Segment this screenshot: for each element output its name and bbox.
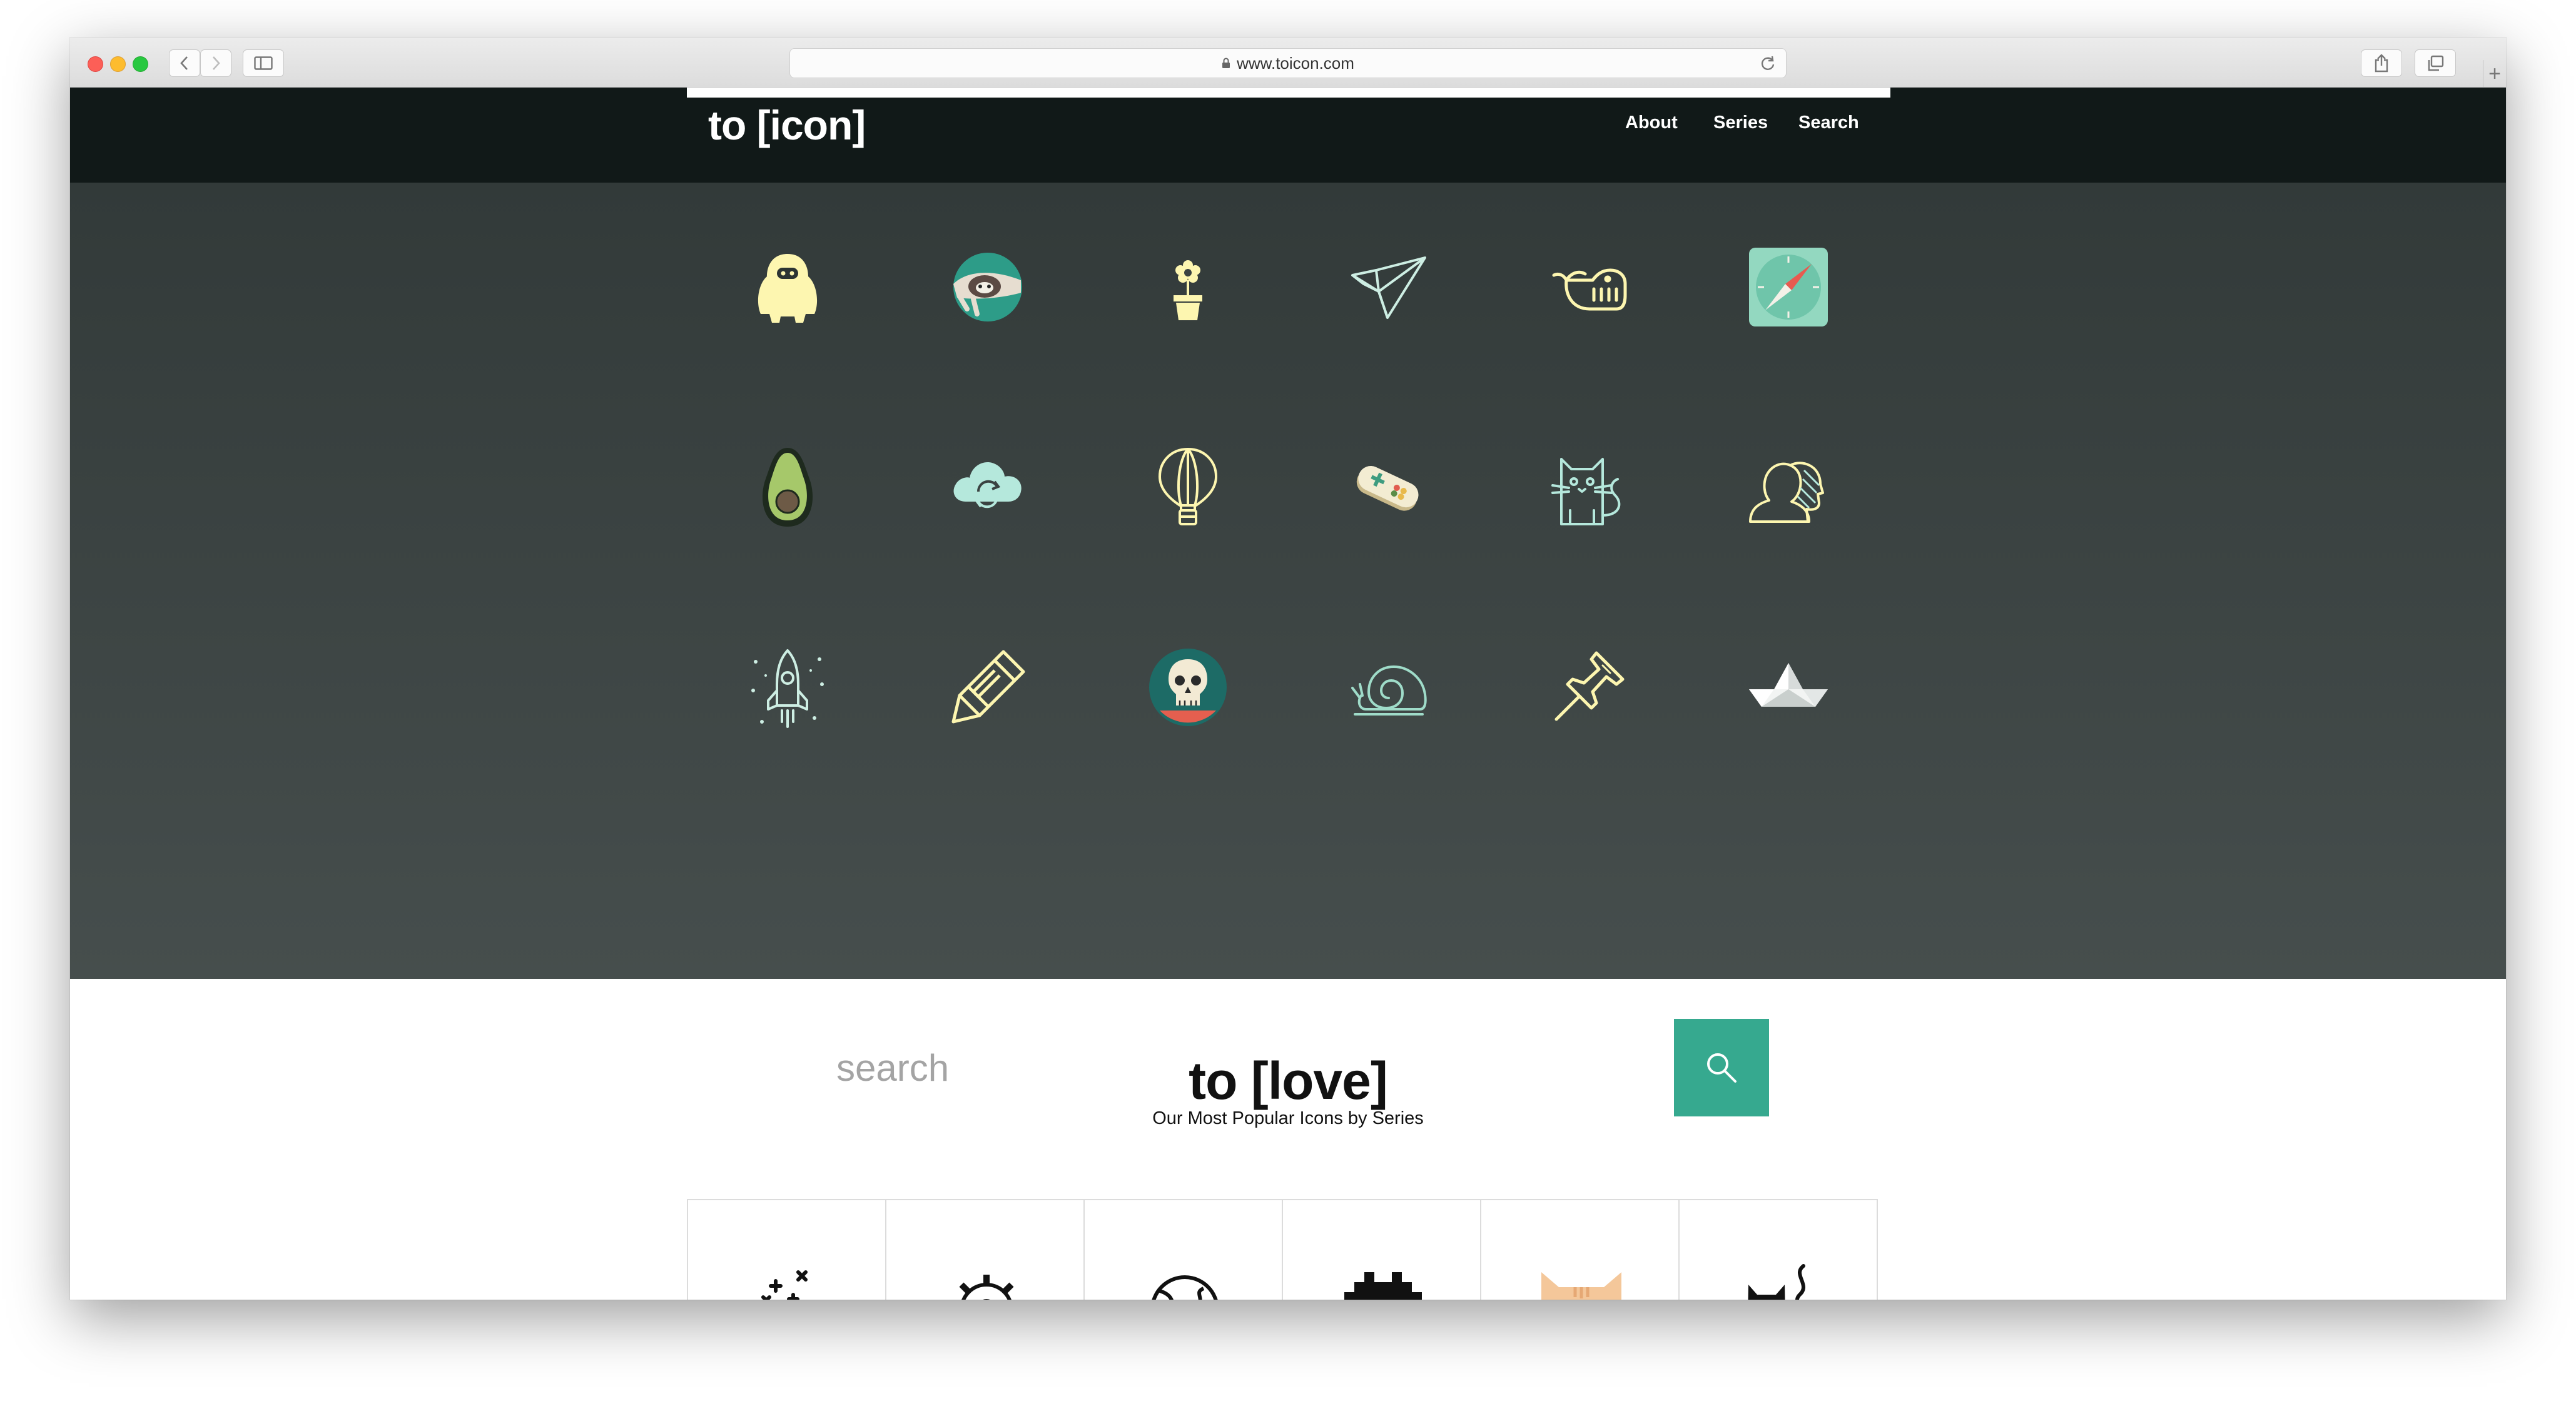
section-subtitle: Our Most Popular Icons by Series — [1152, 1108, 1424, 1128]
series-card[interactable] — [1678, 1199, 1878, 1300]
sidebar-icon — [254, 56, 273, 70]
skull-icon[interactable] — [1141, 640, 1235, 734]
plus-icon: + — [2488, 61, 2501, 86]
series-card[interactable] — [687, 1199, 886, 1300]
globe-icon — [1152, 1275, 1218, 1300]
snail-icon[interactable] — [1341, 640, 1435, 734]
share-icon — [2375, 54, 2388, 73]
cat-face-icon — [1541, 1272, 1621, 1300]
pixel-invader-icon — [1344, 1272, 1422, 1300]
section-title: to [love] — [1189, 1051, 1388, 1110]
nav-about[interactable]: About — [1625, 113, 1678, 133]
tab-overview-button[interactable] — [2415, 49, 2456, 77]
cat-icon[interactable] — [1541, 440, 1635, 534]
nav-series[interactable]: Series — [1713, 113, 1768, 133]
browser-toolbar: www.toicon.com + — [70, 38, 2506, 88]
url-text: www.toicon.com — [1237, 53, 1354, 73]
hero-section — [70, 183, 2506, 1116]
profile-silhouette-icon[interactable] — [1742, 440, 1835, 534]
site-header — [70, 88, 2506, 183]
new-tab-button[interactable]: + — [2483, 60, 2506, 88]
origami-bird-icon[interactable] — [1341, 240, 1435, 334]
close-window-button[interactable] — [88, 56, 103, 72]
series-card[interactable] — [885, 1199, 1085, 1300]
series-grid — [687, 1199, 1885, 1300]
series-card[interactable] — [1282, 1199, 1481, 1300]
hot-air-balloon-icon[interactable] — [1141, 440, 1235, 534]
forward-button[interactable] — [200, 49, 231, 77]
sloth-icon[interactable] — [941, 240, 1035, 334]
cloud-sync-icon[interactable] — [941, 440, 1035, 534]
minimize-window-button[interactable] — [110, 56, 126, 72]
series-card[interactable] — [1480, 1199, 1680, 1300]
forward-icon — [213, 56, 220, 70]
tabs-icon — [2428, 55, 2444, 71]
flower-pot-icon[interactable] — [1141, 240, 1235, 334]
crayon-icon[interactable] — [941, 640, 1035, 734]
browser-window: www.toicon.com + to [icon] About Series … — [70, 38, 2506, 1300]
back-icon — [180, 56, 188, 70]
magic-wand-icon — [761, 1270, 808, 1300]
share-button[interactable] — [2361, 49, 2402, 77]
rocket-icon[interactable] — [741, 640, 834, 734]
gear-icon — [959, 1275, 1014, 1300]
paper-boat-icon[interactable] — [1742, 640, 1835, 734]
black-cat-icon — [1748, 1264, 1805, 1300]
gamepad-icon[interactable] — [1341, 440, 1435, 534]
address-bar[interactable]: www.toicon.com — [789, 48, 1787, 78]
sidebar-button[interactable] — [243, 49, 284, 77]
page-load-progress — [687, 88, 1890, 98]
avocado-icon[interactable] — [741, 440, 834, 534]
compass-icon[interactable] — [1742, 240, 1835, 334]
push-pin-icon[interactable] — [1541, 640, 1635, 734]
lock-icon — [1222, 58, 1230, 68]
series-card[interactable] — [1083, 1199, 1283, 1300]
site-logo[interactable]: to [icon] — [708, 101, 866, 149]
back-button[interactable] — [169, 49, 200, 77]
zoom-window-button[interactable] — [133, 56, 148, 72]
reload-icon[interactable] — [1760, 55, 1776, 71]
yeti-icon[interactable] — [741, 240, 834, 334]
whale-icon[interactable] — [1541, 240, 1635, 334]
nav-search[interactable]: Search — [1798, 113, 1859, 133]
